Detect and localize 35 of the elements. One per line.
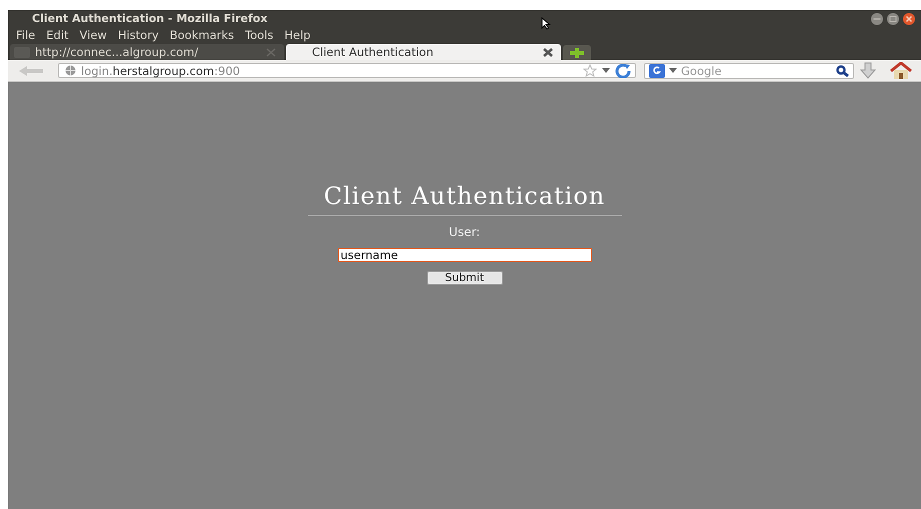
search-icon[interactable] xyxy=(836,64,849,76)
tab-title: http://connec...algroup.com/ xyxy=(35,45,200,59)
field-label: User: xyxy=(448,225,480,239)
search-input[interactable]: Google xyxy=(681,64,832,78)
menu-item[interactable]: View xyxy=(80,28,107,42)
menu-item[interactable]: Edit xyxy=(46,28,69,42)
new-tab-button[interactable] xyxy=(563,45,591,60)
minimize-button[interactable] xyxy=(869,12,885,24)
menu-item[interactable]: Bookmarks xyxy=(170,28,234,42)
username-field[interactable]: username xyxy=(338,248,592,262)
home-icon[interactable] xyxy=(890,62,912,79)
globe-icon xyxy=(65,65,76,76)
maximize-button[interactable] xyxy=(885,12,901,24)
search-field[interactable]: Google xyxy=(644,62,854,78)
window-title: Client Authentication - Mozilla Firefox xyxy=(32,12,268,25)
menu-item[interactable]: Help xyxy=(284,28,311,42)
address-bar[interactable]: login.herstalgroup.com:900 xyxy=(58,63,636,78)
reload-icon[interactable] xyxy=(615,64,631,78)
tab-title: Client Authentication xyxy=(312,45,434,59)
submit-button[interactable]: Submit xyxy=(426,271,502,285)
close-tab-icon[interactable] xyxy=(543,48,553,56)
menu-item[interactable]: Tools xyxy=(245,28,274,42)
dropdown-caret-icon[interactable] xyxy=(602,68,610,73)
url-text: login.herstalgroup.com:900 xyxy=(81,64,240,78)
browser-tab[interactable]: http://connec...algroup.com/ xyxy=(10,44,284,60)
star-icon[interactable] xyxy=(583,64,597,77)
page-heading: Client Authentication xyxy=(324,182,606,210)
plus-icon xyxy=(569,46,585,58)
close-button[interactable] xyxy=(901,12,917,24)
dropdown-caret-icon[interactable] xyxy=(669,68,677,73)
menu-item[interactable]: History xyxy=(118,28,159,42)
menu-item[interactable]: File xyxy=(16,28,36,42)
google-icon[interactable] xyxy=(649,64,665,78)
mouse-pointer-icon xyxy=(541,17,551,30)
browser-tab[interactable]: Client Authentication xyxy=(286,44,561,60)
